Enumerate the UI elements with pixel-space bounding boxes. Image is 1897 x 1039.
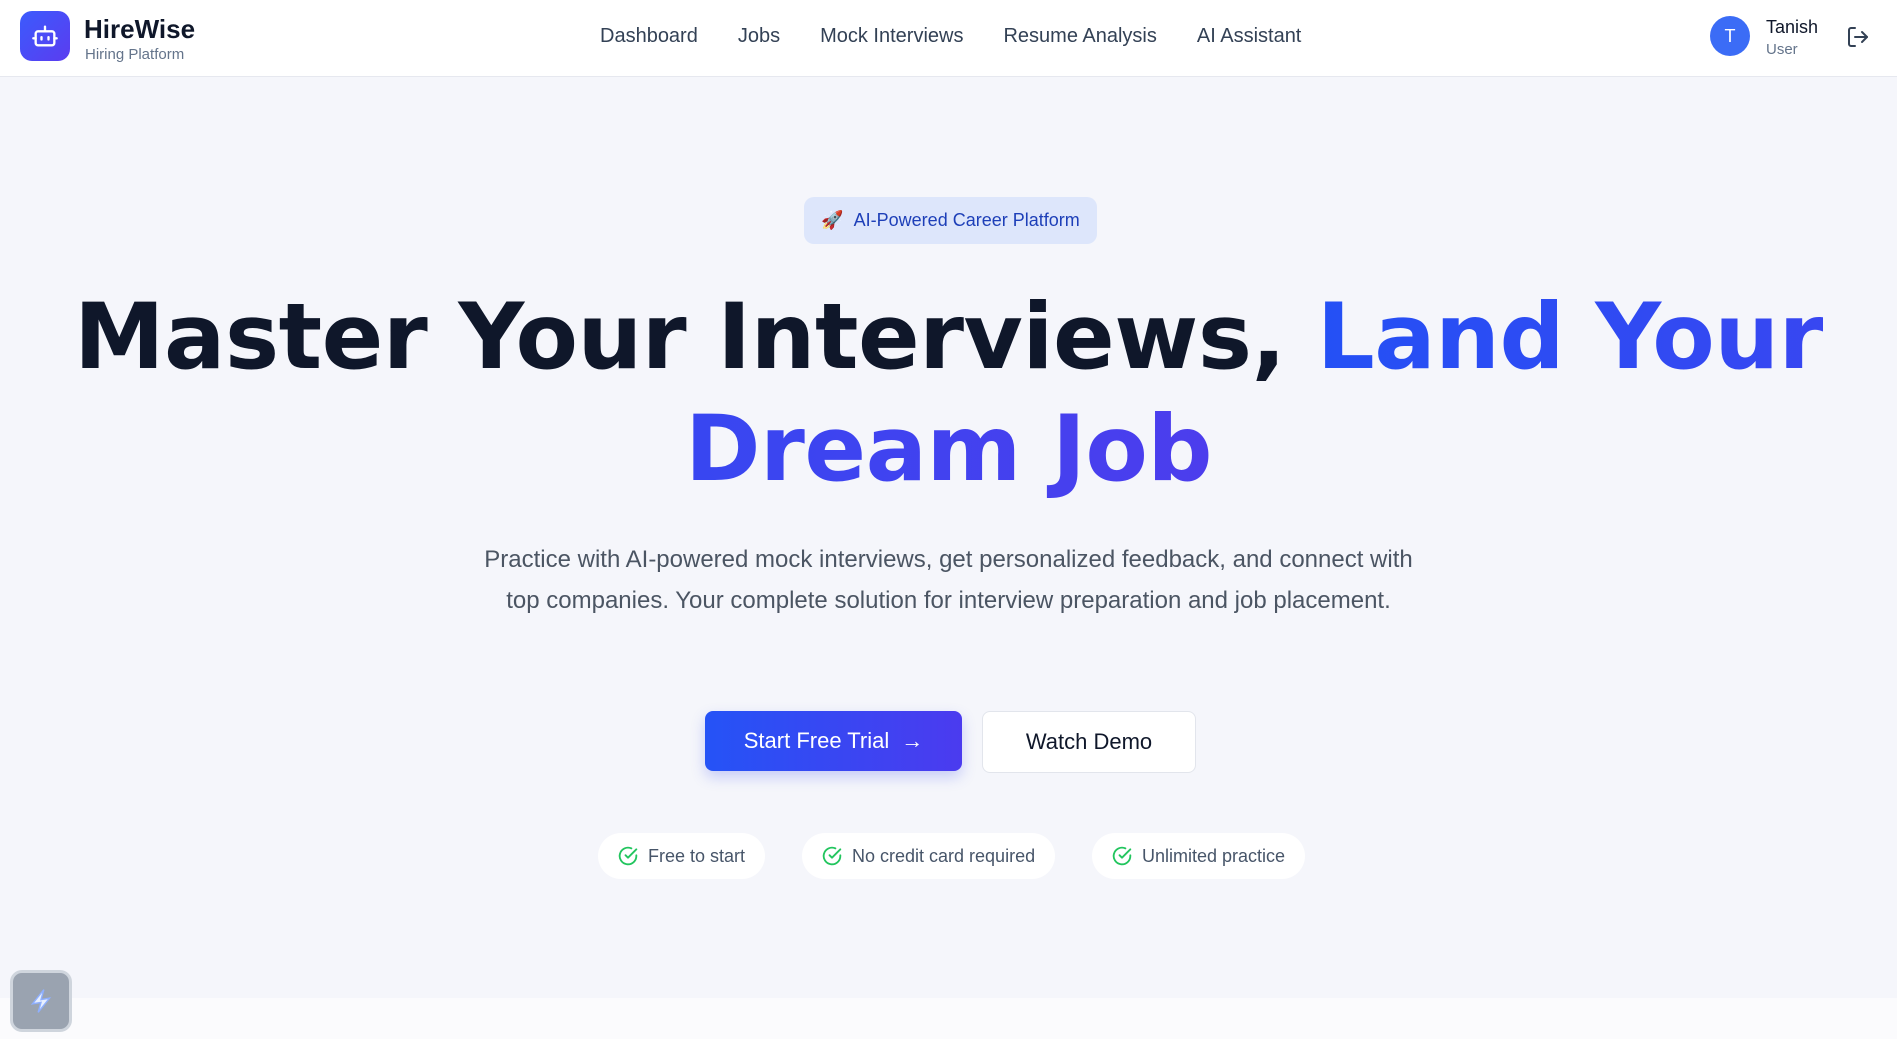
next-section-edge: [0, 998, 1897, 1039]
hero-title: Master Your Interviews, Land Your Dream …: [0, 282, 1897, 506]
feature-label: Unlimited practice: [1142, 845, 1286, 866]
check-circle-icon: [1112, 846, 1132, 866]
feature-pill-no-card: No credit card required: [802, 833, 1056, 879]
brand-subtitle: Hiring Platform: [85, 46, 185, 63]
floating-widget-button[interactable]: [10, 970, 72, 1032]
nav-ai-assistant[interactable]: AI Assistant: [1197, 25, 1302, 48]
user-name: Tanish: [1766, 17, 1819, 37]
arrow-right-icon: →: [901, 728, 924, 753]
lightning-icon: [30, 989, 52, 1013]
feature-label: Free to start: [648, 845, 746, 866]
hero-badge: 🚀 AI-Powered Career Platform: [804, 197, 1097, 244]
logout-icon[interactable]: [1846, 25, 1870, 49]
robot-icon: [32, 25, 58, 47]
nav-mock-interviews[interactable]: Mock Interviews: [820, 25, 963, 48]
brand-name[interactable]: HireWise: [84, 14, 195, 45]
nav-jobs[interactable]: Jobs: [738, 25, 780, 48]
start-free-trial-button[interactable]: Start Free Trial →: [705, 711, 962, 771]
rocket-icon: 🚀: [821, 210, 844, 230]
feature-pill-free: Free to start: [598, 833, 766, 879]
top-navbar: HireWise Hiring Platform Dashboard Jobs …: [0, 0, 1897, 77]
feature-pill-unlimited: Unlimited practice: [1092, 833, 1306, 879]
user-role: User: [1766, 41, 1798, 58]
nav-dashboard[interactable]: Dashboard: [600, 25, 698, 48]
feature-label: No credit card required: [852, 845, 1036, 866]
avatar[interactable]: T: [1710, 16, 1750, 56]
nav-resume-analysis[interactable]: Resume Analysis: [1003, 25, 1156, 48]
badge-label: AI-Powered Career Platform: [853, 210, 1080, 230]
start-free-trial-label: Start Free Trial: [743, 728, 890, 753]
main-nav: Dashboard Jobs Mock Interviews Resume An…: [600, 25, 1301, 48]
check-circle-icon: [822, 846, 842, 866]
watch-demo-button[interactable]: Watch Demo: [982, 711, 1196, 773]
check-circle-icon: [618, 846, 638, 866]
hero-title-main: Master Your Interviews,: [74, 285, 1317, 390]
hero-description: Practice with AI-powered mock interviews…: [484, 546, 1413, 614]
logo[interactable]: [20, 11, 70, 61]
